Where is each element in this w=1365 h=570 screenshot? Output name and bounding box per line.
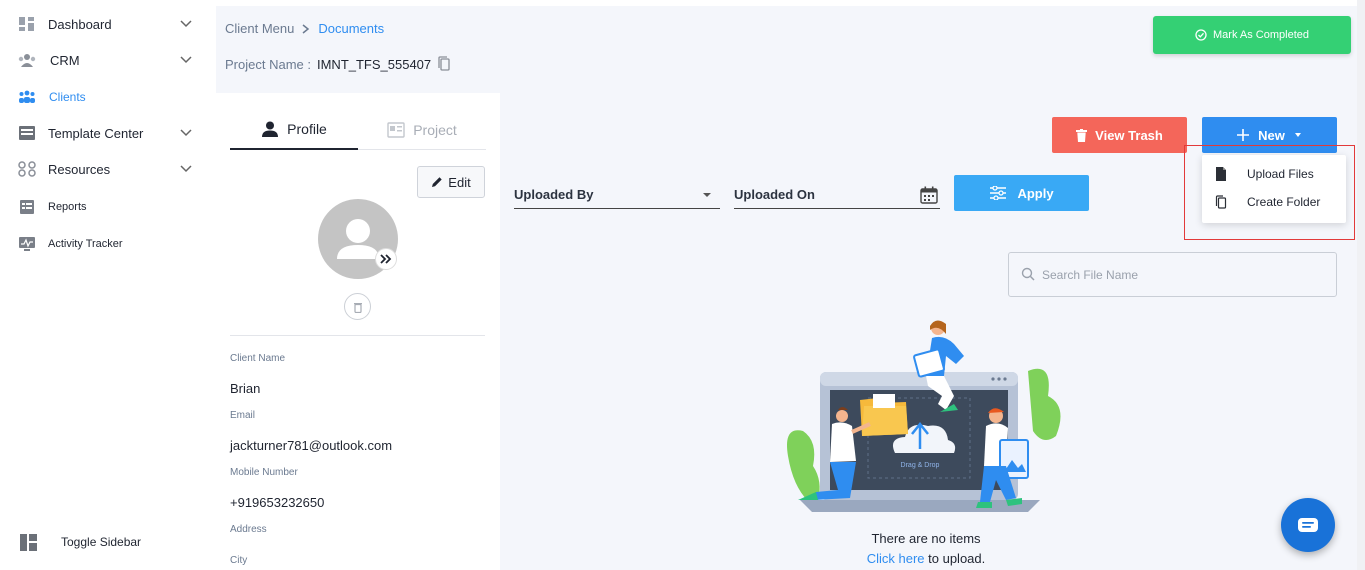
sidebar-item-label: Activity Tracker xyxy=(48,238,123,250)
sliders-icon xyxy=(990,186,1007,200)
sidebar-item-crm[interactable]: CRM xyxy=(0,42,216,78)
project-name: Project Name : IMNT_TFS_555407 xyxy=(225,56,451,72)
mobile-number-value: +919653232650 xyxy=(230,495,325,510)
uploaded-by-select[interactable]: Uploaded By xyxy=(514,180,720,209)
empty-state-link-suffix: to upload. xyxy=(924,551,986,566)
city-label: City xyxy=(230,555,248,566)
file-icon xyxy=(1216,167,1226,181)
pencil-icon xyxy=(432,177,442,187)
search-icon xyxy=(1021,267,1035,281)
email-label: Email xyxy=(230,410,256,421)
resources-icon xyxy=(18,161,36,177)
copy-icon xyxy=(1215,195,1227,209)
menu-item-label: Upload Files xyxy=(1247,167,1314,181)
template-icon xyxy=(19,126,35,140)
mobile-number-label: Mobile Number xyxy=(230,467,298,478)
reports-icon xyxy=(20,200,34,214)
new-button-label: New xyxy=(1258,127,1285,143)
badge-check-icon xyxy=(1195,29,1207,41)
view-trash-label: View Trash xyxy=(1095,127,1163,143)
chevron-down-icon xyxy=(180,129,192,137)
activity-icon xyxy=(19,237,35,251)
new-dropdown-menu: Upload Files Create Folder xyxy=(1202,155,1346,223)
address-label: Address xyxy=(230,524,267,535)
mark-as-completed-button[interactable]: Mark As Completed xyxy=(1153,16,1351,54)
client-name-value: Brian xyxy=(230,381,261,396)
sidebar-item-label: Template Center xyxy=(48,125,144,141)
double-chevron-right-icon xyxy=(380,254,392,264)
tab-profile-label: Profile xyxy=(287,121,327,137)
sidebar-item-label: Resources xyxy=(48,161,111,177)
menu-item-create-folder[interactable]: Create Folder xyxy=(1202,188,1346,216)
tab-project[interactable]: Project xyxy=(358,110,486,150)
sidebar-item-label: Reports xyxy=(48,201,87,213)
project-name-label: Project Name : xyxy=(225,56,311,72)
breadcrumb-current: Documents xyxy=(318,21,385,36)
caret-down-icon xyxy=(1294,133,1301,137)
calendar-icon xyxy=(920,186,938,204)
chevron-down-icon xyxy=(180,20,192,28)
breadcrumb: Client Menu Documents xyxy=(225,21,384,36)
menu-item-label: Create Folder xyxy=(1247,195,1321,209)
sidebar-item-label: Clients xyxy=(49,90,86,104)
sidebar-item-activity-tracker[interactable]: Activity Tracker xyxy=(0,226,216,262)
expand-avatar-button[interactable] xyxy=(375,248,397,270)
uploaded-by-label: Uploaded By xyxy=(514,186,594,202)
edit-button-label: Edit xyxy=(448,174,471,190)
uploaded-on-label: Uploaded On xyxy=(734,186,815,202)
tab-project-label: Project xyxy=(413,121,457,138)
chevron-right-icon xyxy=(302,23,310,34)
menu-item-upload-files[interactable]: Upload Files xyxy=(1202,160,1346,188)
toggle-sidebar-button[interactable]: Toggle Sidebar xyxy=(0,528,216,558)
chevron-down-icon xyxy=(180,165,192,173)
empty-state-message: There are no items xyxy=(871,531,981,546)
sidebar: Dashboard CRM Clients Template Center Re… xyxy=(0,0,216,570)
breadcrumb-parent[interactable]: Client Menu xyxy=(225,21,294,36)
card-divider xyxy=(230,335,485,336)
client-name-label: Client Name xyxy=(230,353,286,364)
project-name-value: IMNT_TFS_555407 xyxy=(316,56,432,72)
search-file-field xyxy=(1008,252,1337,297)
caret-down-icon xyxy=(703,193,711,197)
chat-icon xyxy=(1298,518,1318,532)
sidebar-item-template-center[interactable]: Template Center xyxy=(0,115,216,151)
chat-support-button[interactable] xyxy=(1281,498,1335,552)
sidebar-item-reports[interactable]: Reports xyxy=(0,189,216,225)
project-icon xyxy=(387,121,405,138)
edit-button[interactable]: Edit xyxy=(417,166,485,198)
view-trash-button[interactable]: View Trash xyxy=(1052,117,1187,153)
dashboard-icon xyxy=(19,17,34,31)
apply-button[interactable]: Apply xyxy=(954,175,1089,211)
sidebar-layout-icon xyxy=(20,534,37,551)
plus-icon xyxy=(1237,129,1250,141)
uploaded-on-datepicker[interactable]: Uploaded On xyxy=(734,180,940,209)
empty-upload-illustration: Drag & Drop xyxy=(787,320,1061,512)
sidebar-item-label: Dashboard xyxy=(48,16,112,32)
click-here-upload-link[interactable]: Click here xyxy=(867,551,925,566)
sidebar-item-resources[interactable]: Resources xyxy=(0,151,216,187)
sidebar-item-clients[interactable]: Clients xyxy=(0,79,216,115)
trash-icon xyxy=(353,302,362,313)
email-value: jackturner781@outlook.com xyxy=(230,438,393,453)
top-bar xyxy=(216,0,1365,6)
sidebar-item-label: CRM xyxy=(50,52,80,68)
tab-profile[interactable]: Profile xyxy=(230,110,358,150)
drag-drop-caption: Drag & Drop xyxy=(901,462,940,469)
trash-icon xyxy=(1076,128,1088,142)
sidebar-item-dashboard[interactable]: Dashboard xyxy=(0,6,216,42)
search-input[interactable] xyxy=(1042,263,1322,287)
delete-avatar-button[interactable] xyxy=(344,293,371,320)
page-scrollbar[interactable] xyxy=(1357,0,1365,570)
person-icon xyxy=(262,121,279,137)
mark-as-completed-label: Mark As Completed xyxy=(1213,29,1309,41)
new-button[interactable]: New xyxy=(1202,117,1337,153)
apply-label: Apply xyxy=(1017,185,1054,201)
chevron-down-icon xyxy=(180,56,192,64)
toggle-sidebar-label: Toggle Sidebar xyxy=(61,535,142,549)
copy-icon[interactable] xyxy=(437,56,451,72)
empty-state-upload-line: Click here to upload. xyxy=(826,551,1026,566)
clients-icon xyxy=(19,90,35,103)
crm-icon xyxy=(18,54,36,67)
